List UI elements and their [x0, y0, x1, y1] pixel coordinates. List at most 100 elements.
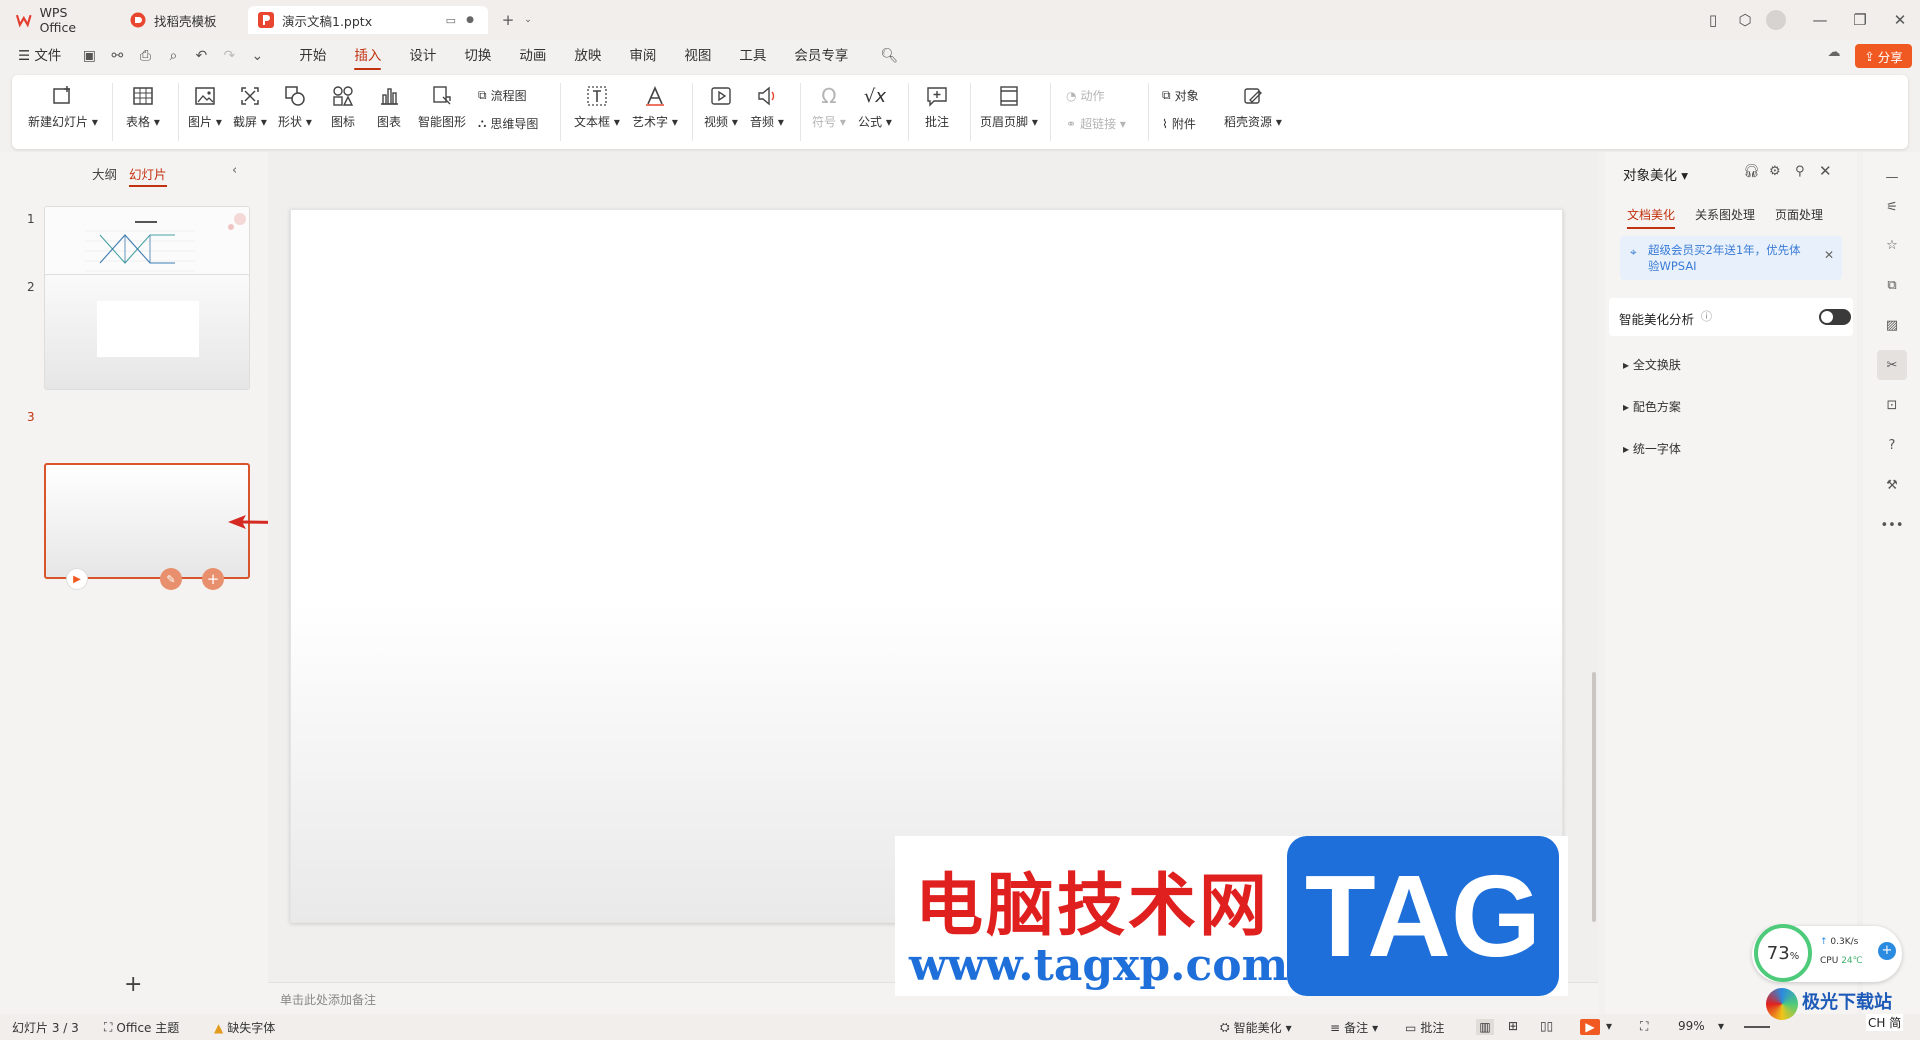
wordart-button[interactable]: 艺术字 ▾ [632, 83, 678, 130]
share-button[interactable]: ⇪ 分享 [1855, 44, 1912, 68]
menu-slideshow[interactable]: 放映 [560, 40, 615, 72]
zoom-level[interactable]: 99% [1678, 1019, 1705, 1033]
docer-resource-button[interactable]: 稻壳资源 ▾ [1224, 83, 1282, 130]
notes-placeholder[interactable]: 单击此处添加备注 [280, 991, 376, 1008]
close-icon[interactable]: ✕ [1819, 162, 1832, 180]
tab-relation-diagram[interactable]: 关系图处理 [1695, 206, 1755, 223]
formula-button[interactable]: √x 公式 ▾ [858, 83, 892, 130]
new-slide-button[interactable]: 新建幻灯片 ▾ [28, 83, 98, 130]
save-icon[interactable]: ▣ [78, 45, 100, 67]
slides-tab[interactable]: 幻灯片 [129, 164, 167, 187]
help-icon[interactable]: ? [1881, 434, 1903, 456]
beautify-tool-icon[interactable]: ✂ [1877, 350, 1907, 380]
print-icon[interactable]: ⎙ [134, 45, 156, 67]
monitor-icon[interactable]: ▭ [446, 14, 456, 27]
beautify-icon[interactable]: ✎ [160, 568, 182, 590]
play-icon[interactable]: ▶ [66, 568, 88, 590]
comment-button[interactable]: 批注 [924, 83, 950, 130]
layout-icon[interactable]: ▯ [1703, 10, 1723, 30]
smart-analysis-toggle[interactable] [1819, 309, 1851, 325]
shape-button[interactable]: 形状 ▾ [278, 83, 312, 130]
zoom-dropdown-icon[interactable]: ▾ [1718, 1019, 1724, 1033]
file-menu[interactable]: ☰ 文件 [0, 40, 75, 72]
add-slide-icon[interactable]: + [124, 972, 142, 997]
menu-design[interactable]: 设计 [395, 40, 450, 72]
info-icon[interactable]: ⓘ [1701, 308, 1712, 324]
add-slide-after-icon[interactable]: + [202, 568, 224, 590]
image-edit-icon[interactable]: ▨ [1881, 314, 1903, 336]
textbox-button[interactable]: 文本框 ▾ [574, 83, 620, 130]
promo-banner[interactable]: ⌖ 超级会员买2年送1年，优先体验WPSAI ✕ [1620, 236, 1842, 280]
fit-window-icon[interactable]: ⛶ [1640, 1019, 1648, 1034]
icon-button[interactable]: 图标 [330, 83, 356, 130]
toolbox-icon[interactable]: ⚒ [1881, 474, 1903, 496]
slide-thumbnail-2[interactable] [44, 274, 250, 390]
tab-presentation[interactable]: 演示文稿1.pptx ▭ ● [248, 6, 488, 34]
tab-docer-templates[interactable]: 找稻壳模板 [120, 6, 244, 34]
panel-title[interactable]: 对象美化 ▾ [1623, 164, 1688, 184]
menu-insert[interactable]: 插入 [340, 40, 395, 72]
normal-view-icon[interactable]: ▥ [1476, 1019, 1494, 1035]
hyperlink-button[interactable]: ⚭ 超链接 ▾ [1066, 115, 1126, 132]
collapse-panel-icon[interactable]: ‹ [232, 163, 237, 178]
slide-thumbnail-3-selected[interactable]: ▶ ✎ + [44, 463, 250, 590]
menu-animation[interactable]: 动画 [505, 40, 560, 72]
menu-view[interactable]: 视图 [670, 40, 725, 72]
avatar[interactable] [1766, 10, 1786, 30]
cube-icon[interactable]: ⬡ [1735, 10, 1755, 30]
undo-icon[interactable]: ↶ [190, 45, 212, 67]
smart-art-button[interactable]: 智能图形 [418, 83, 466, 130]
collapse-line-icon[interactable]: — [1881, 166, 1903, 188]
mindmap-button[interactable]: ⛬ 思维导图 [478, 115, 538, 132]
tab-wps-office[interactable]: WPS Office [6, 5, 116, 35]
star-icon[interactable]: ☆ [1881, 234, 1903, 256]
section-full-skin[interactable]: ▸ 全文换肤 [1623, 356, 1681, 373]
symbol-button[interactable]: Ω 符号 ▾ [812, 83, 846, 130]
outline-tab[interactable]: 大纲 [92, 164, 117, 183]
menu-transition[interactable]: 切换 [450, 40, 505, 72]
redo-icon[interactable]: ↷ [218, 45, 240, 67]
object-button[interactable]: ⧉ 对象 [1162, 87, 1199, 104]
tab-page-process[interactable]: 页面处理 [1775, 206, 1823, 223]
vertical-scrollbar[interactable] [1590, 152, 1598, 982]
chart-button[interactable]: 图表 [376, 83, 402, 130]
action-button[interactable]: ◔ 动作 [1066, 87, 1105, 104]
minimize-icon[interactable]: — [1810, 10, 1830, 30]
headset-icon[interactable]: 🎧︎ [1743, 164, 1760, 179]
menu-tools[interactable]: 工具 [725, 40, 780, 72]
link-icon[interactable]: ⚯ [106, 45, 128, 67]
menu-home[interactable]: 开始 [285, 40, 340, 72]
reading-view-icon[interactable]: ▯▯ [1540, 1019, 1553, 1033]
layers-icon[interactable]: ⧉ [1881, 274, 1903, 296]
slideshow-play-icon[interactable]: ▶ [1580, 1019, 1600, 1035]
adjust-icon[interactable]: ⚟ [1881, 196, 1903, 218]
attachment-button[interactable]: ⌇ 附件 [1162, 115, 1196, 132]
header-footer-button[interactable]: 页眉页脚 ▾ [980, 83, 1038, 130]
screenshot-button[interactable]: 截屏 ▾ [233, 83, 267, 130]
more-dots-icon[interactable]: ••• [1881, 514, 1904, 536]
section-color-scheme[interactable]: ▸ 配色方案 [1623, 398, 1681, 415]
close-promo-icon[interactable]: ✕ [1824, 248, 1834, 262]
scrollbar-thumb[interactable] [1592, 672, 1596, 922]
smart-beautify-button[interactable]: ⛭ 智能美化 ▾ [1220, 1019, 1292, 1036]
slideshow-dropdown-icon[interactable]: ▾ [1606, 1019, 1612, 1033]
picture-button[interactable]: 图片 ▾ [188, 83, 222, 130]
gear-icon[interactable]: ⚙ [1769, 164, 1781, 179]
chevron-down-icon[interactable]: ⌄ [518, 10, 538, 30]
pin-icon[interactable]: ⚲ [1795, 164, 1805, 179]
menu-member[interactable]: 会员专享 [780, 40, 862, 72]
sorter-view-icon[interactable]: ⊞ [1508, 1019, 1518, 1033]
audio-button[interactable]: 音频 ▾ [750, 83, 784, 130]
menu-review[interactable]: 审阅 [615, 40, 670, 72]
comments-toggle[interactable]: ▭ 批注 [1405, 1019, 1444, 1036]
tab-doc-beautify[interactable]: 文档美化 [1627, 206, 1676, 229]
video-button[interactable]: 视频 ▾ [704, 83, 738, 130]
system-monitor-widget[interactable]: 73% ↑ 0.3K/s CPU 24℃ + [1752, 924, 1902, 982]
section-unify-font[interactable]: ▸ 统一字体 [1623, 440, 1681, 457]
theme-indicator[interactable]: ⛶ Office 主题 [104, 1019, 179, 1036]
close-icon[interactable]: ✕ [1890, 10, 1910, 30]
new-tab-icon[interactable]: + [498, 10, 518, 30]
restore-icon[interactable]: ❐ [1850, 10, 1870, 30]
flowchart-button[interactable]: ⧉ 流程图 [478, 87, 527, 104]
notes-toggle[interactable]: ≡ 备注 ▾ [1330, 1019, 1378, 1036]
